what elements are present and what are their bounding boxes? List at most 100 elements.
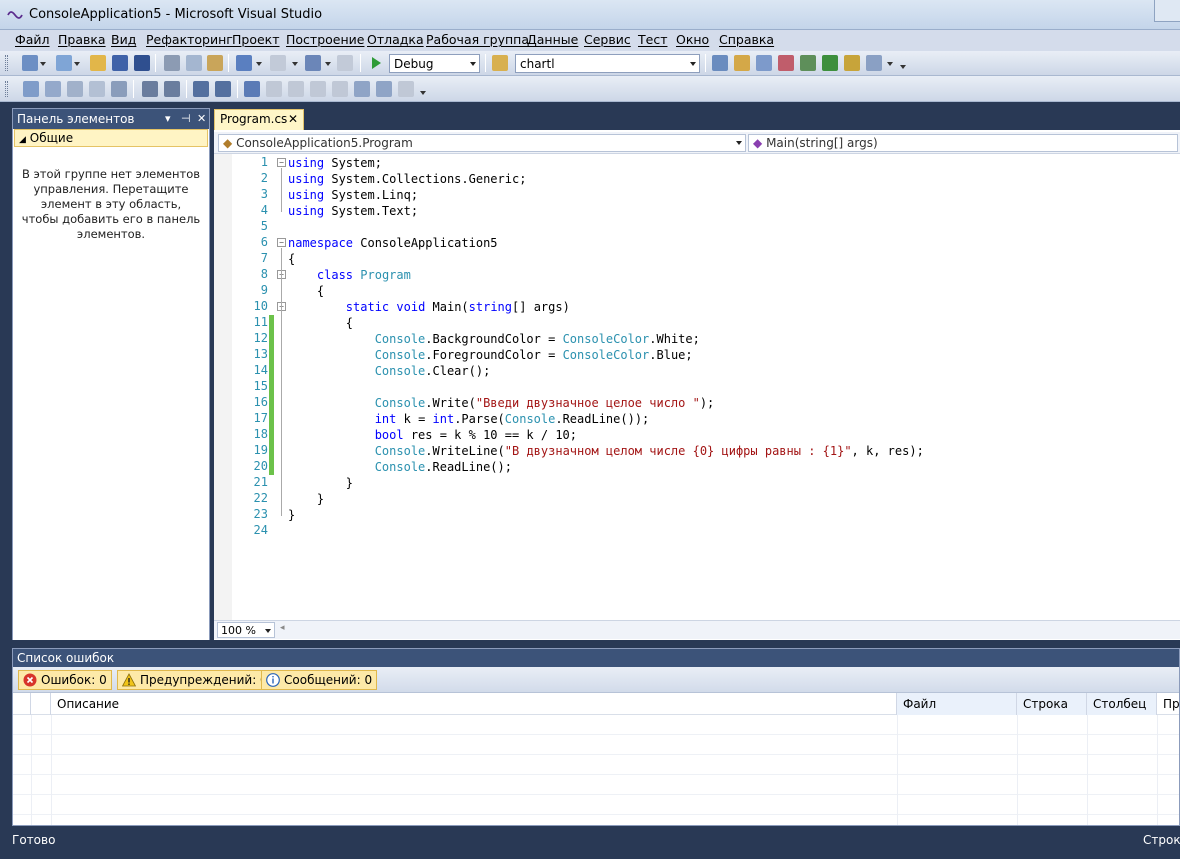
parameter-info-icon[interactable] [45, 81, 61, 97]
code-line[interactable]: } [288, 491, 324, 507]
toolbox-icon[interactable] [800, 55, 816, 71]
column-description[interactable]: Описание [51, 693, 897, 715]
code-line[interactable]: Console.Clear(); [288, 363, 491, 379]
solution-explorer-icon[interactable] [712, 55, 728, 71]
panel-splitter[interactable] [12, 640, 1180, 648]
chevron-down-icon[interactable] [325, 62, 331, 66]
window-position-icon[interactable]: ▾ [165, 112, 171, 125]
code-line[interactable]: { [288, 251, 295, 267]
save-all-icon[interactable] [134, 55, 150, 71]
column-column[interactable]: Столбец [1087, 693, 1157, 715]
bookmark-icon[interactable] [244, 81, 260, 97]
menu-view[interactable]: Вид [111, 32, 136, 47]
code-line[interactable]: using System.Text; [288, 203, 418, 219]
increase-indent-icon[interactable] [164, 81, 180, 97]
start-debugging-icon[interactable] [369, 56, 383, 70]
toolbox-group-general[interactable]: ◢ Общие [14, 129, 208, 147]
new-project-icon[interactable] [22, 55, 38, 71]
column-project[interactable]: Пр [1157, 693, 1180, 715]
chevron-down-icon[interactable] [40, 62, 46, 66]
menu-debug[interactable]: Отладка [367, 32, 424, 47]
code-line[interactable]: } [288, 507, 295, 523]
code-line[interactable]: class Program [288, 267, 411, 283]
code-line[interactable]: static void Main(string[] args) [288, 299, 570, 315]
code-line[interactable]: Console.WriteLine("В двузначном целом чи… [288, 443, 924, 459]
solution-configuration-select[interactable]: Debug [389, 54, 480, 73]
code-line[interactable]: using System; [288, 155, 382, 171]
code-line[interactable]: { [288, 315, 353, 331]
class-view-icon[interactable] [778, 55, 794, 71]
menu-edit[interactable]: Правка [58, 32, 106, 47]
column-file[interactable]: Файл [897, 693, 1017, 715]
close-tab-icon[interactable]: ✕ [288, 112, 298, 126]
messages-filter-button[interactable]: Сообщений: 0 [261, 670, 378, 690]
previous-bookmark-icon[interactable] [266, 81, 282, 97]
find-combo[interactable]: chartl [515, 54, 700, 73]
toolbar-options-icon[interactable] [900, 65, 906, 69]
members-dropdown[interactable]: ◆ Main(string[] args) [748, 134, 1178, 152]
toolbar-grip[interactable] [5, 81, 8, 97]
code-line[interactable]: bool res = k % 10 == k / 10; [288, 427, 577, 443]
open-folder-icon[interactable] [90, 55, 106, 71]
paste-icon[interactable] [207, 55, 223, 71]
menu-project[interactable]: Проект [232, 32, 280, 47]
clear-bookmarks-icon[interactable] [398, 81, 414, 97]
code-line[interactable]: { [288, 283, 324, 299]
column-number[interactable] [31, 693, 51, 715]
next-bookmark-in-document-icon[interactable] [376, 81, 392, 97]
zoom-select[interactable]: 100 % [217, 622, 275, 638]
navigate-backward-icon[interactable] [305, 55, 321, 71]
previous-bookmark-in-document-icon[interactable] [354, 81, 370, 97]
navigate-forward-icon[interactable] [337, 55, 353, 71]
comment-out-icon[interactable] [193, 81, 209, 97]
code-line[interactable]: Console.ForegroundColor = ConsoleColor.B… [288, 347, 693, 363]
menu-build[interactable]: Построение [286, 32, 364, 47]
save-icon[interactable] [112, 55, 128, 71]
code-line[interactable]: Console.BackgroundColor = ConsoleColor.W… [288, 331, 700, 347]
command-window-icon[interactable] [866, 55, 882, 71]
window-control-button[interactable] [1154, 0, 1180, 22]
redo-icon[interactable] [270, 55, 286, 71]
code-line[interactable]: namespace ConsoleApplication5 [288, 235, 498, 251]
close-icon[interactable]: ✕ [197, 112, 206, 125]
menu-file[interactable]: Файл [15, 32, 50, 47]
menu-test[interactable]: Тест [638, 32, 667, 47]
pin-icon[interactable]: ⊣ [181, 112, 191, 125]
code-line[interactable]: using System.Linq; [288, 187, 418, 203]
code-line[interactable]: } [288, 475, 353, 491]
toggle-bookmark-icon[interactable] [111, 81, 127, 97]
menu-refactor[interactable]: Рефакторинг [146, 32, 233, 47]
errors-filter-button[interactable]: Ошибок: 0 [18, 670, 112, 690]
code-line[interactable]: Console.ReadLine(); [288, 459, 512, 475]
tab-program-cs[interactable]: Program.cs ✕ [214, 109, 304, 130]
collapse-icon[interactable]: − [277, 158, 286, 167]
copy-icon[interactable] [186, 55, 202, 71]
decrease-indent-icon[interactable] [142, 81, 158, 97]
warnings-filter-button[interactable]: Предупреждений: 0 [117, 670, 273, 690]
toolbar-grip[interactable] [5, 55, 8, 71]
toolbar-options-icon[interactable] [420, 91, 426, 95]
find-in-files-icon[interactable] [492, 55, 508, 71]
display-members-icon[interactable] [23, 81, 39, 97]
menu-help[interactable]: Справка [719, 32, 774, 47]
menu-window[interactable]: Окно [676, 32, 709, 47]
indicator-margin[interactable] [214, 154, 232, 620]
start-page-icon[interactable] [822, 55, 838, 71]
code-line[interactable]: Console.Write("Введи двузначное целое чи… [288, 395, 715, 411]
menu-team[interactable]: Рабочая группа [426, 32, 529, 47]
extension-manager-icon[interactable] [844, 55, 860, 71]
add-item-icon[interactable] [56, 55, 72, 71]
column-line[interactable]: Строка [1017, 693, 1087, 715]
uncomment-icon[interactable] [215, 81, 231, 97]
chevron-down-icon[interactable] [74, 62, 80, 66]
cut-icon[interactable] [164, 55, 180, 71]
menu-tools[interactable]: Сервис [584, 32, 631, 47]
next-bookmark-icon[interactable] [288, 81, 304, 97]
previous-bookmark-in-folder-icon[interactable] [310, 81, 326, 97]
menu-data[interactable]: Данные [527, 32, 578, 47]
next-bookmark-in-folder-icon[interactable] [332, 81, 348, 97]
scroll-left-icon[interactable]: ◂ [280, 623, 285, 633]
types-dropdown[interactable]: ◆ ConsoleApplication5.Program [218, 134, 746, 152]
chevron-down-icon[interactable] [256, 62, 262, 66]
code-line[interactable]: int k = int.Parse(Console.ReadLine()); [288, 411, 650, 427]
